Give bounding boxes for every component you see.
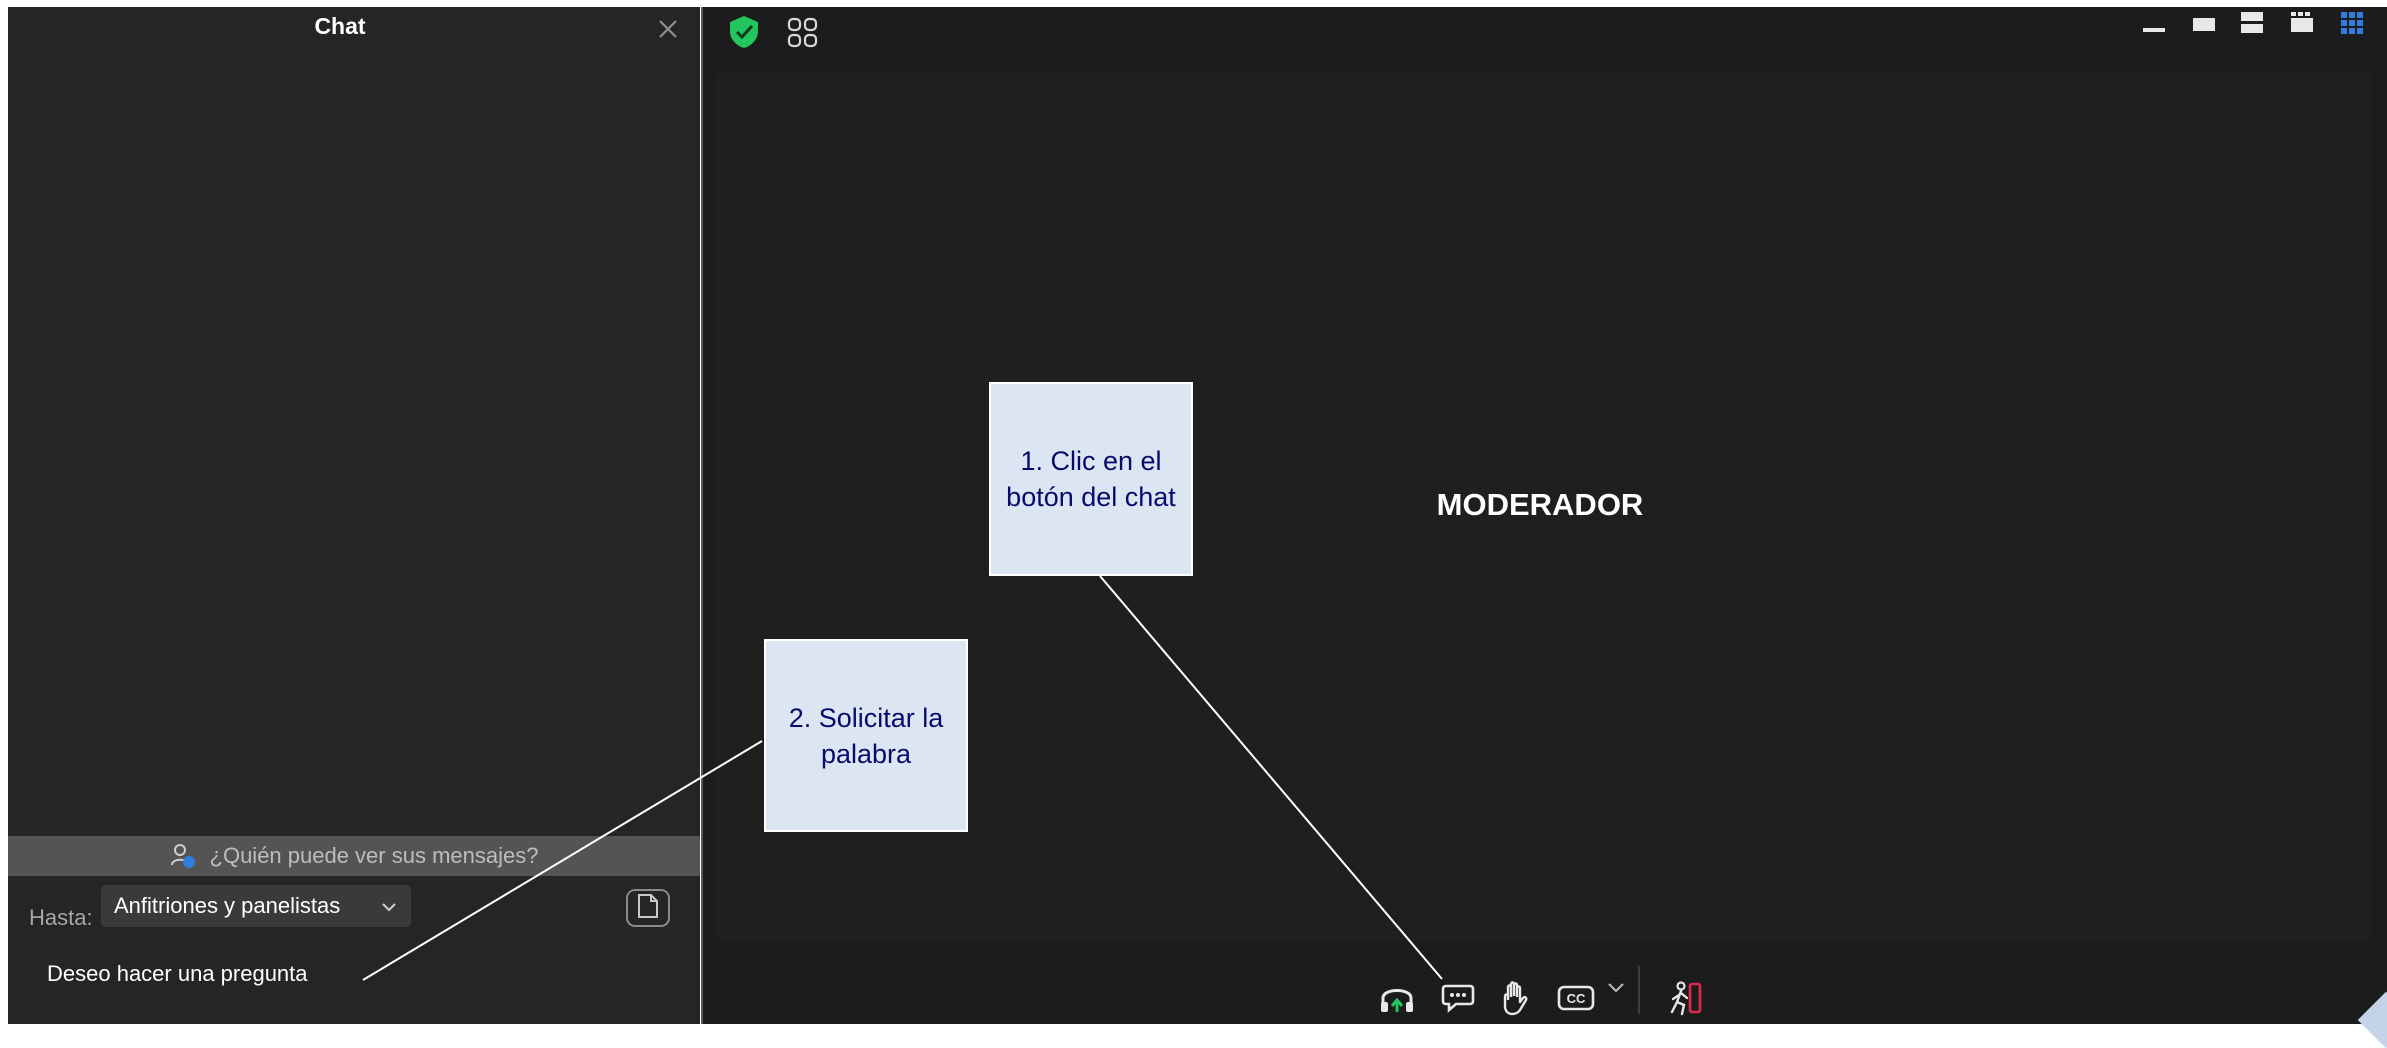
raise-hand-icon[interactable] [1496,978,1536,1018]
audio-headset-icon[interactable] [1377,978,1417,1018]
attach-file-button[interactable] [626,889,670,927]
filmstrip-view-icon[interactable] [2289,10,2317,36]
close-icon[interactable] [652,13,684,45]
single-view-icon[interactable] [2191,10,2219,36]
chat-message-input[interactable]: Deseo hacer una pregunta [47,961,308,987]
svg-text:CC: CC [1567,991,1586,1006]
chevron-down-icon[interactable] [1604,976,1628,1000]
recipient-selected-value: Anfitriones y panelistas [114,893,341,918]
privacy-notice-text: ¿Quién puede ver sus mensajes? [209,843,539,868]
grid-view-icon[interactable] [2339,10,2367,36]
chat-icon[interactable] [1438,978,1478,1018]
minimize-view-icon[interactable] [2141,10,2169,36]
screenshot-frame: Chat ¿Quién puede ver sus mensajes? Hast… [0,0,2387,1048]
toolbar-divider [1638,966,1640,1014]
leave-meeting-icon[interactable] [1666,978,1706,1018]
layout-grid-icon[interactable] [787,17,819,54]
closed-captions-icon[interactable]: CC [1556,978,1596,1018]
callout-step1: 1. Clic en el botón del chat [989,382,1193,576]
view-mode-switcher [2141,10,2375,36]
to-label: Hasta: [29,905,93,930]
privacy-notice-bar[interactable]: ¿Quién puede ver sus mensajes? [8,836,700,876]
security-shield-icon[interactable] [727,14,761,55]
chat-title: Chat [314,13,366,39]
chevron-down-icon [379,897,399,923]
recipient-dropdown[interactable]: Anfitriones y panelistas [101,885,411,927]
chat-panel: Chat ¿Quién puede ver sus mensajes? Hast… [8,7,700,1024]
file-icon [635,892,661,925]
stacked-view-icon[interactable] [2239,10,2267,36]
participant-name: MODERADOR [1436,487,1644,522]
callout-step2: 2. Solicitar la palabra [764,639,968,832]
user-privacy-icon [170,843,196,869]
